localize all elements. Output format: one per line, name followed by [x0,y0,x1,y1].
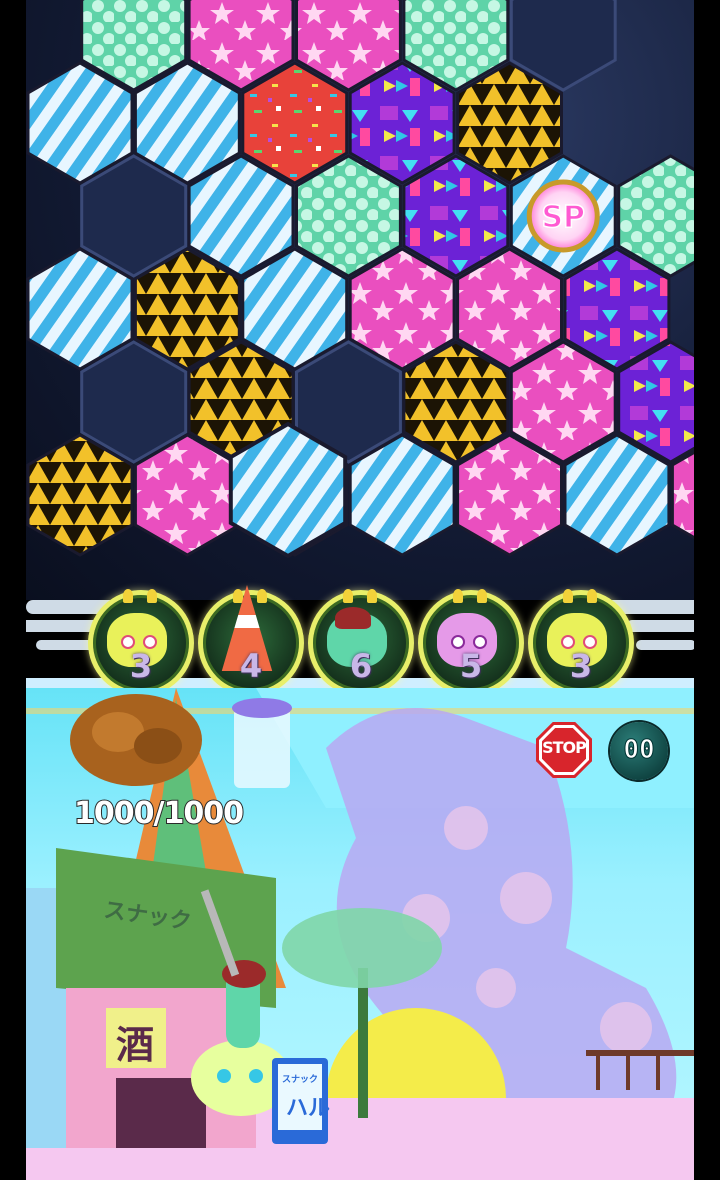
snack-board-name: ハル [286,1096,331,1121]
combo-counter-value: 00 [623,735,655,766]
unit-slot-1[interactable]: 3 [88,589,194,696]
unit-slot-4[interactable]: 5 [418,589,524,696]
game-screen: SP 3 4 6 5 3 スナック 酒 スナック ハル 1000/1000 ST… [0,0,720,1180]
crown-icon [123,589,133,603]
unit-slot-3[interactable]: 6 [308,589,414,696]
combo-counter: 00 [610,722,668,780]
scene-art [26,688,694,1180]
sake-sign-text: 酒 [116,1023,155,1067]
crown-icon [343,589,353,603]
crown-icon [257,589,267,603]
cup-shape [234,708,290,788]
unit-cooldown: 3 [129,647,153,685]
unit-cooldown: 5 [459,647,483,685]
stop-button-label: STOP [542,738,587,757]
crown-icon [587,589,597,603]
helmet-icon [335,607,371,629]
crown-icon [563,589,573,603]
crown-icon [367,589,377,603]
unit-bar: 3 4 6 5 3 [26,560,694,696]
unit-slot-5[interactable]: 3 [528,589,634,696]
palm-leaves [282,908,442,988]
special-tile-label: SP [541,200,585,235]
crown-icon [233,589,243,603]
battle-scene: スナック 酒 スナック ハル 1000/1000 STOP 00 [26,688,694,1180]
unit-cooldown: 3 [569,647,593,685]
crown-icon [453,589,463,603]
enemy-hp-text: 1000/1000 [73,795,245,832]
hex-grid[interactable]: SP [26,0,694,600]
unit-slot-2[interactable]: 4 [198,585,304,696]
crown-icon [477,589,487,603]
stop-button[interactable]: STOP [536,722,592,778]
snack-board-top: スナック [282,1075,319,1085]
puzzle-board[interactable]: SP [26,0,694,600]
unit-cooldown: 6 [349,647,373,685]
unit-cooldown: 4 [239,647,263,685]
crown-icon [147,589,157,603]
